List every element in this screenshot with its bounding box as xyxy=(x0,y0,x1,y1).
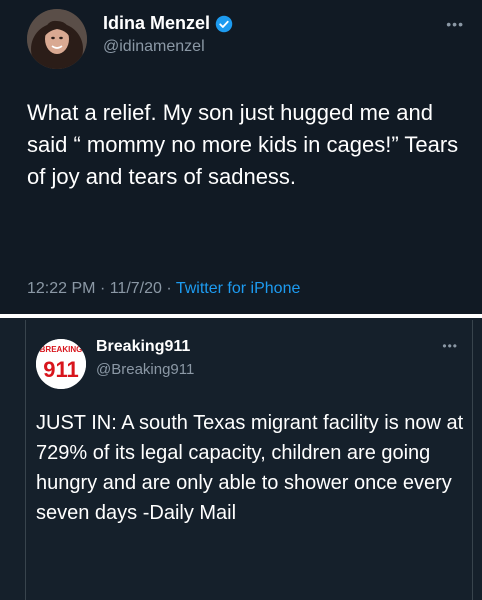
logo-top-text: BREAKING xyxy=(40,345,83,354)
quoted-tweet[interactable]: BREAKING 911 Breaking911 @Breaking911 ••… xyxy=(25,320,473,600)
author-name[interactable]: Idina Menzel xyxy=(103,13,233,34)
divider xyxy=(0,314,482,318)
meta-separator: · xyxy=(99,280,106,297)
meta-separator: · xyxy=(166,280,172,297)
author-name[interactable]: Breaking911 xyxy=(96,338,190,356)
avatar[interactable]: BREAKING 911 xyxy=(36,339,86,389)
tweet-text: What a relief. My son just hugged me and… xyxy=(27,100,459,189)
tweet-date[interactable]: 11/7/20 xyxy=(110,280,162,297)
tweet-meta: 12:22 PM · 11/7/20 · Twitter for iPhone xyxy=(27,280,300,298)
more-options-icon[interactable]: ••• xyxy=(446,16,464,32)
verified-badge-icon xyxy=(215,15,233,32)
logo-number-text: 911 xyxy=(43,357,79,382)
quoted-tweet-text: JUST IN: A south Texas migrant facility … xyxy=(36,412,464,524)
more-options-icon[interactable]: ••• xyxy=(442,339,458,353)
avatar[interactable] xyxy=(27,9,87,69)
main-tweet: Idina Menzel @idinamenzel ••• What a rel… xyxy=(0,0,482,314)
author-name-text: Idina Menzel xyxy=(103,13,211,33)
author-handle[interactable]: @idinamenzel xyxy=(103,38,205,56)
avatar-photo xyxy=(27,9,87,69)
breaking911-logo: BREAKING 911 xyxy=(36,339,86,389)
author-handle[interactable]: @Breaking911 xyxy=(96,361,194,378)
tweet-source[interactable]: Twitter for iPhone xyxy=(176,280,301,297)
tweet-time[interactable]: 12:22 PM xyxy=(27,280,95,297)
